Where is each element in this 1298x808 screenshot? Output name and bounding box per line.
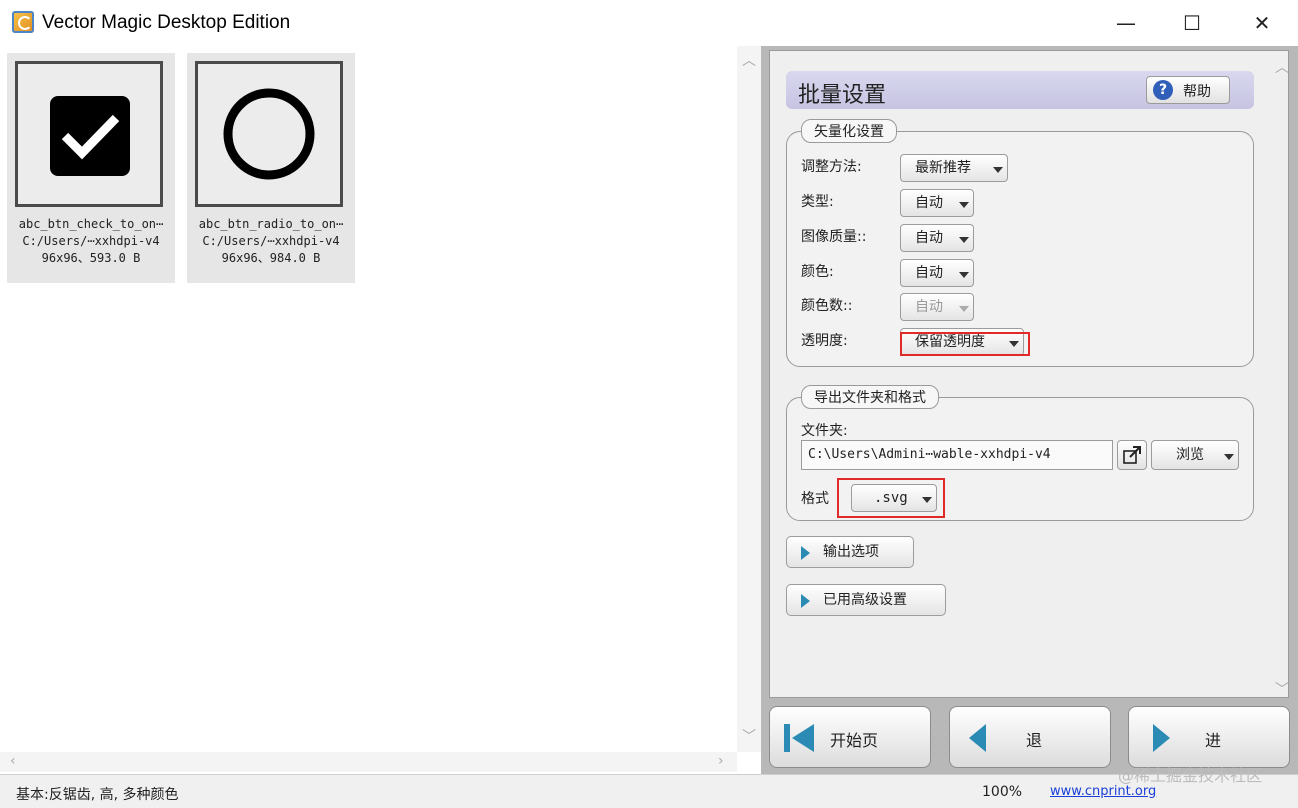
status-bar: 基本:反锯齿, 高, 多种颜色 100% www.cnprint.org — [0, 774, 1298, 808]
file-thumbnail[interactable]: abc_btn_check_to_on⋯ C:/Users/⋯xxhdpi-v4… — [7, 53, 175, 283]
output-options-button[interactable]: 输出选项 — [786, 536, 914, 568]
file-thumbnail[interactable]: abc_btn_radio_to_on⋯ C:/Users/⋯xxhdpi-v4… — [187, 53, 355, 283]
vector-magic-logo-icon — [12, 11, 34, 33]
panel-title: 批量设置 — [798, 83, 887, 108]
file-list-pane: abc_btn_check_to_on⋯ C:/Users/⋯xxhdpi-v4… — [0, 46, 737, 752]
image-quality-dropdown[interactable]: 自动 — [900, 224, 974, 252]
next-label: 进 — [1205, 731, 1222, 750]
panel-scrollbar[interactable]: ︿ ﹀ — [1275, 57, 1289, 699]
adjust-method-label: 调整方法: — [801, 159, 862, 175]
dropdown-value: 最新推荐 — [915, 160, 971, 176]
horizontal-scrollbar[interactable]: ‹ › — [0, 752, 737, 772]
maximize-button[interactable]: ☐ — [1158, 0, 1226, 46]
scroll-up-icon[interactable]: ︿ — [1275, 57, 1289, 77]
dropdown-value: 自动 — [915, 230, 943, 246]
batch-settings-panel: 批量设置 ? 帮助 矢量化设置 调整方法: 最新推荐 类型: 自动 图像质量::… — [761, 46, 1298, 774]
dropdown-value: 自动 — [915, 299, 943, 315]
scroll-down-icon[interactable]: ﹀ — [1275, 679, 1289, 699]
website-link[interactable]: www.cnprint.org — [1050, 784, 1156, 799]
arrow-left-icon — [969, 724, 986, 752]
start-page-label: 开始页 — [830, 731, 879, 750]
vertical-scrollbar[interactable]: ︿ ﹀ — [737, 46, 761, 752]
skip-back-icon — [784, 724, 814, 752]
watermark: @稀土掘金技术社区 — [1118, 766, 1263, 785]
chevron-down-icon — [959, 237, 969, 243]
output-options-label: 输出选项 — [823, 544, 879, 560]
zoom-level: 100% — [982, 784, 1023, 800]
file-name: abc_btn_radio_to_on⋯ — [198, 217, 344, 231]
radio-circle-icon — [223, 88, 315, 180]
settings-area: 批量设置 ? 帮助 矢量化设置 调整方法: 最新推荐 类型: 自动 图像质量::… — [769, 50, 1289, 698]
dropdown-value: 自动 — [915, 195, 943, 211]
title-bar: Vector Magic Desktop Edition — ☐ ✕ — [0, 0, 1298, 46]
thumbnail-frame — [15, 61, 163, 207]
advanced-settings-button[interactable]: 已用高级设置 — [786, 584, 946, 616]
help-label: 帮助 — [1183, 84, 1211, 100]
highlight-box — [837, 478, 945, 518]
scroll-left-icon[interactable]: ‹ — [10, 753, 16, 769]
format-label: 格式 — [801, 491, 829, 507]
chevron-down-icon — [959, 272, 969, 278]
panel-header: 批量设置 ? 帮助 — [786, 71, 1254, 109]
scroll-down-icon[interactable]: ﹀ — [742, 726, 756, 746]
status-text: 基本:反锯齿, 高, 多种颜色 — [16, 787, 179, 803]
transparency-label: 透明度: — [801, 333, 848, 349]
minimize-button[interactable]: — — [1092, 0, 1160, 46]
highlight-box — [900, 332, 1030, 356]
help-button[interactable]: ? 帮助 — [1146, 76, 1230, 104]
output-folder-group: 导出文件夹和格式 文件夹: C:\Users\Admini⋯wable-xxhd… — [786, 385, 1254, 521]
type-label: 类型: — [801, 194, 834, 210]
file-info: 96x96、593.0 B — [41, 251, 141, 265]
window-title: Vector Magic Desktop Edition — [42, 12, 291, 33]
expand-arrow-icon — [801, 594, 810, 608]
file-path: C:/Users/⋯xxhdpi-v4 — [22, 234, 160, 248]
file-info: 96x96、984.0 B — [221, 251, 321, 265]
scroll-right-icon[interactable]: › — [718, 753, 724, 769]
color-count-dropdown: 自动 — [900, 293, 974, 321]
chevron-down-icon — [993, 167, 1003, 173]
expand-arrow-icon — [801, 546, 810, 560]
advanced-settings-label: 已用高级设置 — [823, 592, 907, 608]
browse-button[interactable]: 浏览 — [1151, 440, 1239, 470]
color-count-label: 颜色数:: — [801, 298, 853, 314]
open-folder-button[interactable] — [1117, 440, 1147, 470]
image-quality-label: 图像质量:: — [801, 229, 867, 245]
browse-label: 浏览 — [1176, 447, 1204, 463]
group-legend: 导出文件夹和格式 — [801, 385, 939, 409]
type-dropdown[interactable]: 自动 — [900, 189, 974, 217]
thumbnail-frame — [195, 61, 343, 207]
file-path: C:/Users/⋯xxhdpi-v4 — [202, 234, 340, 248]
back-label: 退 — [1026, 731, 1043, 750]
vectorize-settings-group: 矢量化设置 调整方法: 最新推荐 类型: 自动 图像质量:: 自动 颜色: 自动… — [786, 119, 1254, 367]
checkbox-checked-icon — [50, 96, 130, 176]
group-legend: 矢量化设置 — [801, 119, 897, 143]
folder-label: 文件夹: — [801, 423, 848, 439]
chevron-down-icon — [1224, 454, 1234, 460]
chevron-down-icon — [959, 306, 969, 312]
adjust-method-dropdown[interactable]: 最新推荐 — [900, 154, 1008, 182]
file-name: abc_btn_check_to_on⋯ — [18, 217, 164, 231]
scroll-up-icon[interactable]: ︿ — [742, 50, 756, 70]
color-dropdown[interactable]: 自动 — [900, 259, 974, 287]
folder-path-field[interactable]: C:\Users\Admini⋯wable-xxhdpi-v4 — [801, 440, 1113, 470]
start-page-button[interactable]: 开始页 — [769, 706, 931, 768]
help-icon: ? — [1153, 80, 1173, 100]
close-button[interactable]: ✕ — [1228, 0, 1296, 46]
external-link-icon — [1123, 446, 1141, 464]
color-label: 颜色: — [801, 264, 834, 280]
next-button[interactable]: 进 — [1128, 706, 1290, 768]
chevron-down-icon — [959, 202, 969, 208]
dropdown-value: 自动 — [915, 265, 943, 281]
arrow-right-icon — [1153, 724, 1170, 752]
back-button[interactable]: 退 — [949, 706, 1111, 768]
